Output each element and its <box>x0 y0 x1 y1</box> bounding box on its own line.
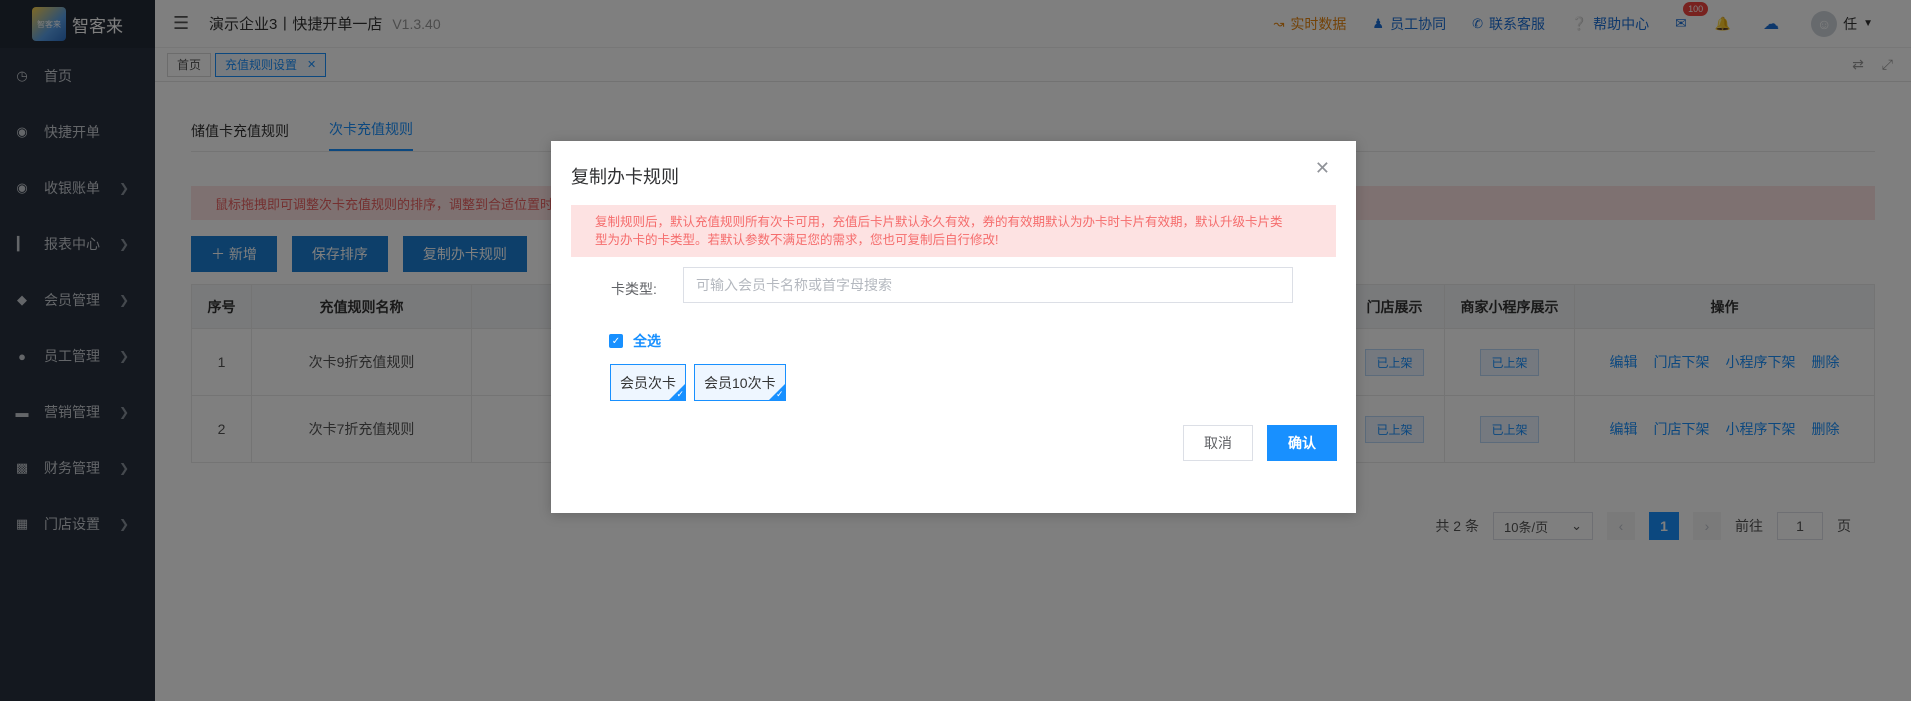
copy-rule-dialog: 复制办卡规则 ✕ 复制规则后，默认充值规则所有次卡可用，充值后卡片默认永久有效，… <box>551 141 1356 513</box>
select-all-label: 全选 <box>633 333 661 349</box>
check-icon: ✓ <box>776 389 784 399</box>
dialog-alert: 复制规则后，默认充值规则所有次卡可用，充值后卡片默认永久有效，券的有效期默认为办… <box>571 205 1336 257</box>
dialog-title: 复制办卡规则 <box>571 167 679 187</box>
close-icon[interactable]: ✕ <box>1315 158 1330 179</box>
confirm-button[interactable]: 确认 <box>1267 425 1337 461</box>
card-type-label: 卡类型: <box>611 281 657 297</box>
check-icon: ✓ <box>676 389 684 399</box>
card-option-label: 会员次卡 <box>620 374 676 391</box>
card-type-search-input[interactable] <box>683 267 1293 303</box>
cancel-button[interactable]: 取消 <box>1183 425 1253 461</box>
dialog-alert-line1: 复制规则后，默认充值规则所有次卡可用，充值后卡片默认永久有效，券的有效期默认为办… <box>595 215 1283 229</box>
check-icon: ✓ <box>609 334 623 348</box>
card-option[interactable]: 会员10次卡 ✓ <box>694 364 786 401</box>
card-options: 会员次卡 ✓ 会员10次卡 ✓ <box>610 364 786 401</box>
card-option[interactable]: 会员次卡 ✓ <box>610 364 686 401</box>
card-option-label: 会员10次卡 <box>704 374 776 391</box>
select-all-checkbox[interactable]: ✓ 全选 <box>609 331 661 351</box>
dialog-alert-line2: 型为办卡的卡类型。若默认参数不满足您的需求，您也可复制后自行修改! <box>595 233 999 247</box>
